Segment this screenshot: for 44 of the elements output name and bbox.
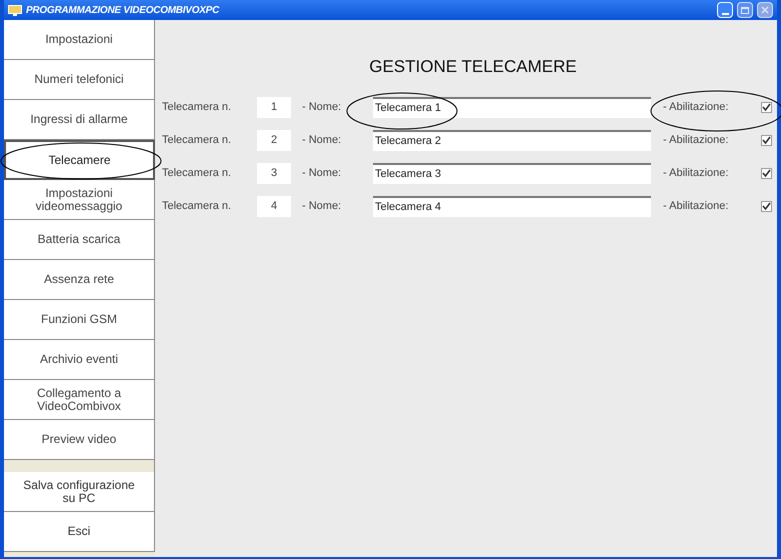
name-label: - Nome: <box>302 100 342 115</box>
maximize-button[interactable] <box>737 2 753 18</box>
sidebar-button[interactable]: Collegamento a VideoCombivox <box>4 380 155 420</box>
name-label: - Nome: <box>302 198 342 214</box>
camera-number-field: 4 <box>257 196 291 216</box>
sidebar-button[interactable]: Preview video <box>4 420 155 460</box>
camera-name-field[interactable]: Telecamera 4 <box>373 196 651 216</box>
camera-label: Telecamera n. <box>162 132 232 148</box>
page-heading: GESTIONE TELECAMERE <box>368 56 578 78</box>
camera-name-field[interactable]: Telecamera 1 <box>373 96 651 118</box>
sidebar-button[interactable]: Ingressi di allarme <box>4 100 155 140</box>
enable-checkbox[interactable] <box>761 168 772 178</box>
enable-label: - Abilitazione: <box>663 166 730 181</box>
camera-number-field: 3 <box>257 162 291 184</box>
action-button[interactable]: Esci <box>4 512 155 552</box>
enable-label: - Abilitazione: <box>663 198 730 214</box>
camera-label: Telecamera n. <box>162 100 232 115</box>
name-label: - Nome: <box>302 132 342 148</box>
sidebar-button[interactable]: Batteria scarica <box>4 220 155 260</box>
enable-checkbox[interactable] <box>761 200 772 212</box>
camera-label: Telecamera n. <box>162 166 232 181</box>
sidebar-button[interactable]: Funzioni GSM <box>4 300 155 340</box>
action-button[interactable]: Salva configurazione su PC <box>4 472 155 512</box>
enable-checkbox[interactable] <box>761 102 772 112</box>
sidebar-button[interactable]: Archivio eventi <box>4 340 155 380</box>
close-button[interactable] <box>757 2 773 18</box>
camera-name-field[interactable]: Telecamera 3 <box>373 162 651 184</box>
enable-checkbox[interactable] <box>761 134 772 146</box>
sidebar-button[interactable]: Assenza rete <box>4 260 155 300</box>
name-label: - Nome: <box>302 166 342 181</box>
sidebar-button[interactable]: Telecamere <box>4 140 155 180</box>
window-title: PROGRAMMAZIONE VIDEOCOMBIVOXPC <box>26 4 220 18</box>
camera-label: Telecamera n. <box>162 198 232 214</box>
minimize-button[interactable] <box>717 2 733 18</box>
app-icon <box>8 4 22 16</box>
sidebar-button[interactable]: Impostazioni videomessaggio <box>4 180 155 220</box>
camera-number-field: 1 <box>257 96 291 118</box>
camera-number-field: 2 <box>257 130 291 150</box>
sidebar-button[interactable]: Impostazioni <box>4 20 155 60</box>
enable-label: - Abilitazione: <box>663 132 730 148</box>
enable-label: - Abilitazione: <box>663 100 730 115</box>
camera-name-field[interactable]: Telecamera 2 <box>373 130 651 150</box>
close-icon <box>761 6 769 14</box>
sidebar-button[interactable]: Numeri telefonici <box>4 60 155 100</box>
